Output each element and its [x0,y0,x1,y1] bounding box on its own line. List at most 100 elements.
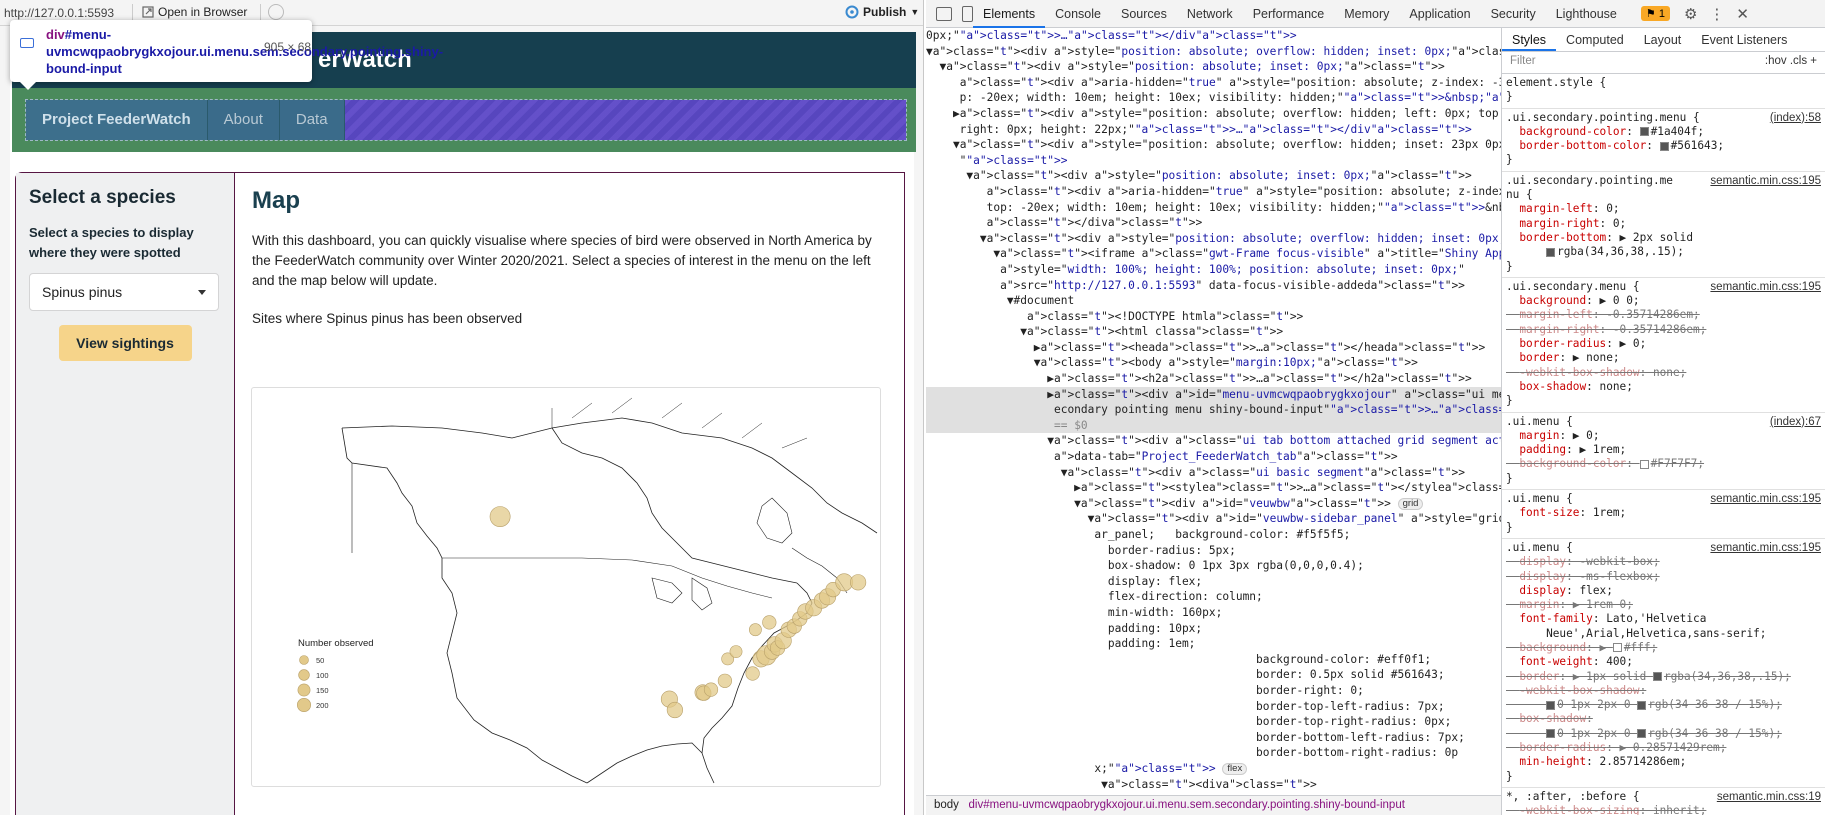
dom-line[interactable]: ▶a">class="t"><h2a">class="t">>…a">class… [926,371,1501,387]
sighting-point[interactable] [703,682,719,697]
css-property[interactable]: display: flex; [1506,584,1821,598]
css-property[interactable]: -webkit-box-sizing: inherit; [1506,804,1821,815]
sighting-point[interactable] [489,506,511,528]
styles-filter[interactable]: Filter :hov .cls + [1502,52,1825,74]
css-property[interactable]: rgba(34,36,38,.15); [1506,245,1821,259]
tab-computed[interactable]: Computed [1556,28,1634,51]
css-property[interactable]: box-shadow: none; [1506,380,1821,394]
css-property[interactable]: background: ▶ #fff; [1506,641,1821,655]
dom-line[interactable]: display: flex; [926,574,1501,590]
dom-line[interactable]: ▶a">class="t"><stylea">class="t">>…a">cl… [926,480,1501,496]
css-property[interactable]: border: ▶ 1px solid rgba(34,36,38,.15); [1506,670,1821,684]
sighting-point[interactable] [748,623,762,637]
elements-tree[interactable]: 0px;""a">class="t">>…"a">class="t"></div… [926,28,1501,795]
tab-sources[interactable]: Sources [1111,0,1177,28]
css-property[interactable]: box-shadow: [1506,712,1821,726]
tab-security[interactable]: Security [1481,0,1546,28]
css-property[interactable]: } [1506,472,1821,486]
breadcrumb-item[interactable]: body [934,799,959,811]
dom-line[interactable]: x;""a">class="t">> flex [926,761,1501,777]
css-property[interactable]: border-bottom-color: #561643; [1506,139,1821,153]
css-property[interactable]: background-color: #F7F7F7; [1506,457,1821,471]
css-property[interactable]: margin-left: -0.35714286em; [1506,308,1821,322]
css-property[interactable]: font-weight: 400; [1506,655,1821,669]
css-property[interactable]: padding: ▶ 1rem; [1506,443,1821,457]
tab-styles[interactable]: Styles [1502,28,1557,51]
css-rule[interactable]: .ui.secondary.menu {semantic.min.css:195… [1502,278,1825,413]
css-property[interactable]: 0 1px 2px 0 rgb(34 36 38 / 15%); [1506,698,1821,712]
tab-event-listeners[interactable]: Event Listeners [1691,28,1797,51]
view-sightings-button[interactable]: View sightings [58,325,192,361]
dom-line[interactable]: border-radius: 5px; [926,543,1501,559]
css-property[interactable]: margin: ▶ 0; [1506,429,1821,443]
sighting-point[interactable] [729,645,743,658]
css-source-link[interactable]: semantic.min.css:195 [1710,541,1821,555]
dom-line[interactable]: box-shadow: 0 1px 3px rgba(0,0,0,0.4); [926,558,1501,574]
tab-lighthouse[interactable]: Lighthouse [1546,0,1627,28]
css-source-link[interactable]: semantic.min.css:195 [1710,492,1821,506]
css-property[interactable]: background-color: #1a404f; [1506,125,1821,139]
css-property[interactable]: margin-right: 0; [1506,217,1821,231]
css-property[interactable]: } [1506,90,1821,104]
dom-line[interactable]: a">data-tab="Project_FeederWatch_tab"a">… [926,449,1501,465]
css-property[interactable]: margin-left: 0; [1506,202,1821,216]
dom-line[interactable]: ▼a">class="t"><div a">style="position: a… [926,168,1501,184]
dom-line[interactable]: ▶a">class="t"><div a">id="menu-uvmcwqpao… [926,386,1501,403]
dom-line[interactable]: ▼a">class="t"><iframe a">class="gwt-Fram… [926,246,1501,262]
css-rule[interactable]: element.style {} [1502,74,1825,109]
dom-line[interactable]: background-color: #eff0f1; [926,652,1501,668]
tab-elements[interactable]: Elements [973,0,1046,28]
dom-line[interactable]: padding: 1em; [926,636,1501,652]
css-property[interactable]: } [1506,260,1821,274]
sighting-point[interactable] [762,615,777,630]
css-property[interactable]: font-size: 1rem; [1506,506,1821,520]
dom-line[interactable]: ▼a">class="t"><html classa">class="t">> [926,324,1501,340]
css-property[interactable]: min-height: 2.85714286em; [1506,755,1821,769]
dom-line[interactable]: ""a">class="t">> [926,153,1501,169]
dom-line[interactable]: econdary pointing menu shiny-bound-input… [926,402,1501,418]
dom-line[interactable]: ar_panel; background-color: #f5f5f5; [926,527,1501,543]
dom-line[interactable]: ▼a">class="t"><div a">style="position: a… [926,137,1501,153]
css-property[interactable]: nu { [1506,188,1821,202]
css-source-link[interactable]: semantic.min.css:195 [1710,280,1821,294]
dom-line[interactable]: a">src="http://127.0.0.1:5593" data-focu… [926,278,1501,294]
issues-badge[interactable]: ⚑ 1 [1640,6,1670,21]
sighting-point[interactable] [849,574,867,591]
dom-line[interactable]: a">class="t"><!DOCTYPE htmla">class="t">… [926,309,1501,325]
css-source-link[interactable]: (index):58 [1770,111,1821,125]
dom-line[interactable]: a">class="t"><div a">aria-hidden="true" … [926,75,1501,91]
css-source-link[interactable]: (index):67 [1770,415,1821,429]
tab-performance[interactable]: Performance [1243,0,1335,28]
css-property[interactable]: -webkit-box-shadow: none; [1506,366,1821,380]
sighting-point[interactable] [745,666,760,681]
css-rule[interactable]: .ui.menu {semantic.min.css:195 font-size… [1502,490,1825,539]
dom-line[interactable]: flex-direction: column; [926,589,1501,605]
tab-memory[interactable]: Memory [1334,0,1399,28]
filter-controls[interactable]: :hov .cls + [1765,55,1817,67]
css-property[interactable]: border: ▶ none; [1506,351,1821,365]
css-rules[interactable]: element.style {} .ui.secondary.pointing.m… [1502,74,1825,815]
css-property[interactable]: font-family: Lato,'Helvetica [1506,612,1821,626]
css-property[interactable]: -webkit-box-shadow: [1506,684,1821,698]
css-property[interactable]: } [1506,394,1821,408]
css-rule[interactable]: .ui.menu {(index):67 margin: ▶ 0; paddin… [1502,413,1825,491]
tab-console[interactable]: Console [1045,0,1111,28]
tab-network[interactable]: Network [1177,0,1243,28]
tab-project-feederwatch[interactable]: Project FeederWatch [26,100,208,140]
dom-line[interactable]: ▼a">class="t"><body a">style="margin:10p… [926,355,1501,371]
dom-line[interactable]: p: -20ex; width: 10em; height: 10ex; vis… [926,90,1501,106]
device-toolbar-icon[interactable] [962,5,973,22]
dom-line[interactable]: right: 0px; height: 22px;""a">class="t">… [926,122,1501,138]
dom-line[interactable]: ▼a">class="t"><div a">style="position: a… [926,44,1501,60]
sightings-map[interactable]: Number observed 50 100 150 200 [251,387,881,787]
dom-line[interactable]: ▼a">class="t"><div a">class="ui basic se… [926,465,1501,481]
breadcrumb-item-current[interactable]: div#menu-uvmcwqpaobrygkxojour.ui.menu.se… [969,799,1405,811]
css-rule[interactable]: .ui.menu {semantic.min.css:195 display: … [1502,539,1825,788]
css-property[interactable]: border-bottom: ▶ 2px solid [1506,231,1821,245]
dom-line[interactable]: top: -20ex; width: 10em; height: 10ex; v… [926,200,1501,216]
dom-line[interactable]: border-right: 0; [926,683,1501,699]
dom-line[interactable]: border-bottom-left-radius: 7px; [926,730,1501,746]
css-property[interactable]: } [1506,153,1821,167]
refresh-icon[interactable] [268,4,284,20]
css-property[interactable]: border-radius: ▶ 0.28571429rem; [1506,741,1821,755]
